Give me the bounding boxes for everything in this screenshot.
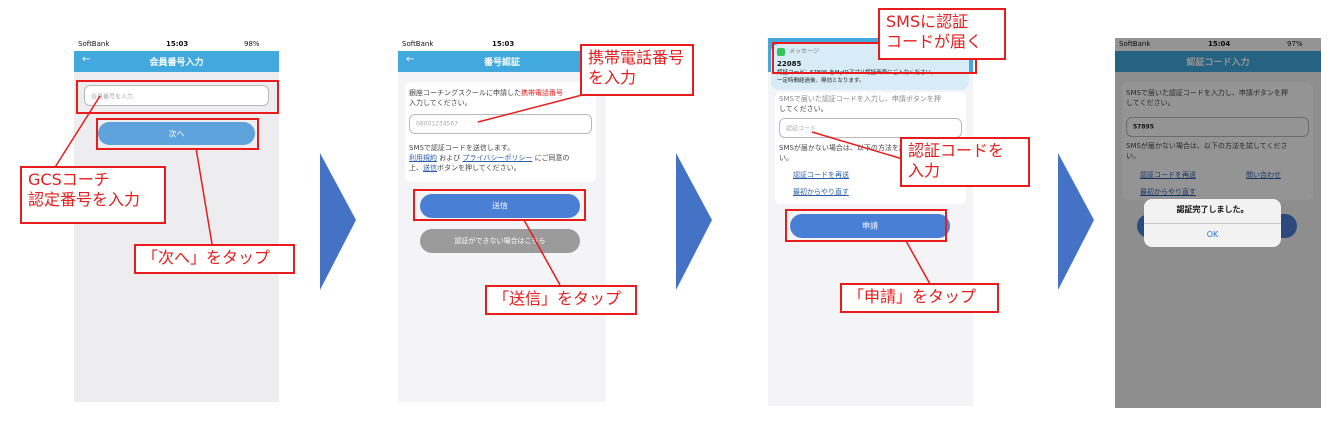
callout-text: コードが届く bbox=[886, 32, 983, 51]
highlight-member-input bbox=[76, 80, 279, 114]
callout-text: 携帯電話番号 bbox=[588, 48, 685, 67]
callout-gcs-number: GCSコーチ 認定番号を入力 bbox=[20, 166, 166, 224]
callout-phone-number: 携帯電話番号 を入力 bbox=[580, 44, 694, 96]
callout-sms-arrives: SMSに認証 コードが届く bbox=[878, 8, 1006, 60]
highlight-send-button bbox=[413, 189, 586, 221]
callout-text: 「次へ」をタップ bbox=[142, 248, 271, 267]
step-arrow-2 bbox=[676, 153, 712, 290]
connector-send bbox=[523, 219, 561, 286]
highlight-next-button bbox=[96, 118, 259, 150]
step-arrow-1 bbox=[320, 153, 356, 290]
callout-text: 認定番号を入力 bbox=[28, 190, 141, 209]
callout-text: 認証コードを bbox=[908, 141, 1005, 160]
callout-text: 入力 bbox=[908, 161, 941, 180]
connector-phone bbox=[477, 93, 587, 123]
callout-tap-apply: 「申請」をタップ bbox=[840, 283, 999, 313]
connector-next bbox=[195, 147, 213, 245]
step-arrow-3 bbox=[1058, 153, 1094, 290]
callout-tap-next: 「次へ」をタップ bbox=[134, 244, 295, 274]
callout-text: 「申請」をタップ bbox=[848, 287, 977, 306]
connector-apply bbox=[905, 240, 931, 285]
callout-text: SMSに認証 bbox=[886, 12, 969, 31]
callout-tap-send: 「送信」をタップ bbox=[485, 285, 637, 315]
callout-code-input: 認証コードを 入力 bbox=[900, 137, 1030, 187]
callout-text: GCSコーチ bbox=[28, 170, 110, 189]
callout-text: 「送信」をタップ bbox=[493, 289, 622, 308]
highlight-apply-button bbox=[785, 209, 947, 242]
connector-code bbox=[811, 131, 907, 161]
callout-text: を入力 bbox=[588, 68, 637, 87]
